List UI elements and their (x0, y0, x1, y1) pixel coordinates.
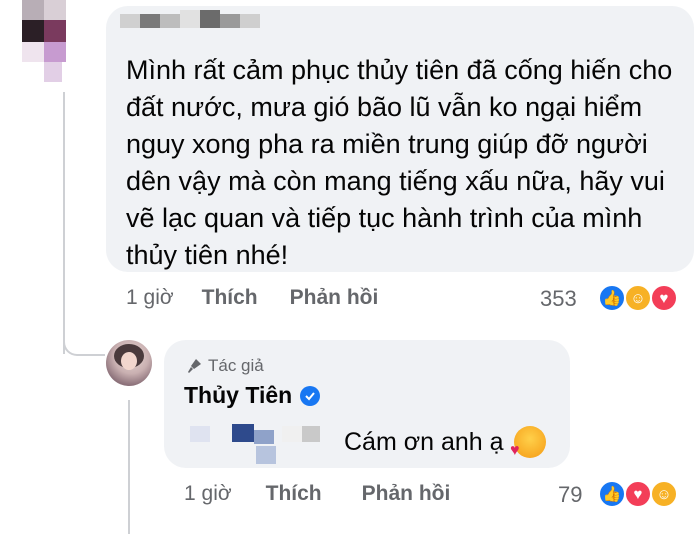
comment-time[interactable]: 1 giờ (126, 286, 174, 310)
comment-actions: 1 giờ Thích Phản hồi (126, 286, 410, 310)
reply-reply-button[interactable]: Phản hồi (362, 482, 451, 506)
reply-reaction-count[interactable]: 79 (558, 482, 582, 508)
like-reaction-icon: 👍 (598, 284, 626, 312)
reply-actions: 1 giờ Thích Phản hồi (184, 482, 490, 506)
comment-reply-button[interactable]: Phản hồi (290, 286, 379, 310)
reply-time[interactable]: 1 giờ (184, 482, 232, 506)
reply-text: Cám ơn anh ạ (344, 428, 504, 456)
love-reaction-icon: ♥ (650, 284, 678, 312)
reply-author-name-row[interactable]: Thủy Tiên (184, 382, 321, 409)
comment-text: Mình rất cảm phục thủy tiên đã cống hiến… (126, 55, 673, 270)
thread-connector (63, 320, 105, 356)
comment-reaction-count[interactable]: 353 (540, 286, 577, 312)
comment-like-button[interactable]: Thích (202, 286, 258, 310)
smiling-face-with-hearts-icon: ♥ (510, 426, 546, 459)
thread-line (63, 92, 65, 354)
reply-author-avatar[interactable] (106, 340, 152, 386)
reply-like-button[interactable]: Thích (266, 482, 322, 506)
love-reaction-icon: ♥ (624, 480, 652, 508)
author-badge: Tác giả (186, 356, 264, 376)
haha-reaction-icon: ☺ (650, 480, 678, 508)
reply-thread-line (128, 400, 130, 534)
reply-author-name[interactable]: Thủy Tiên (184, 382, 292, 409)
haha-reaction-icon: ☺ (624, 284, 652, 312)
microphone-icon (188, 359, 201, 373)
verified-badge-icon (300, 385, 321, 406)
like-reaction-icon: 👍 (598, 480, 626, 508)
author-tag-label: Tác giả (208, 356, 264, 375)
